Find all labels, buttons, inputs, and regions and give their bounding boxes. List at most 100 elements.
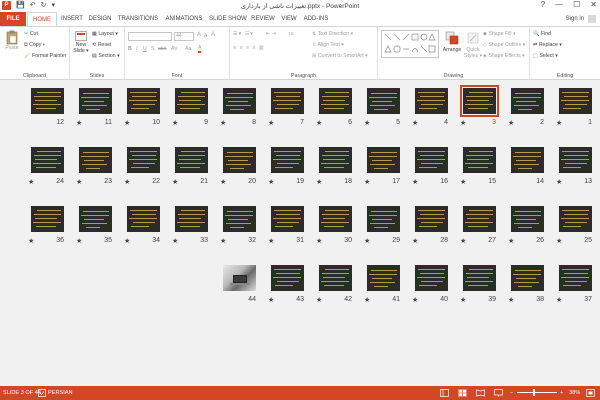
transition-star-icon[interactable]: ★ xyxy=(316,119,322,127)
transition-star-icon[interactable]: ★ xyxy=(76,237,82,245)
font-color-button[interactable]: A xyxy=(198,45,202,53)
slide-thumbnail[interactable] xyxy=(415,147,448,173)
zoom-slider[interactable] xyxy=(517,392,557,393)
cut-button[interactable]: ✂ Cut xyxy=(24,31,38,37)
avatar[interactable] xyxy=(588,15,596,23)
slide-thumbnail[interactable] xyxy=(79,206,112,232)
transition-star-icon[interactable]: ★ xyxy=(268,237,274,245)
transition-star-icon[interactable]: ★ xyxy=(556,237,562,245)
slide-thumbnail[interactable] xyxy=(127,147,160,173)
tab-design[interactable]: DESIGN xyxy=(88,12,112,26)
slide-sorter-view-icon[interactable] xyxy=(458,389,467,397)
bullets-numbering-buttons[interactable]: ☰▾ ☷▾ xyxy=(233,31,254,37)
transition-star-icon[interactable]: ★ xyxy=(556,178,562,186)
slide-thumbnail[interactable] xyxy=(511,88,544,114)
slide-thumbnail[interactable] xyxy=(271,88,304,114)
transition-star-icon[interactable]: ★ xyxy=(412,296,418,304)
strikethrough-button[interactable]: abc xyxy=(158,46,166,52)
slide-thumbnail-item[interactable]: 44 xyxy=(219,265,259,307)
maximize-icon[interactable]: ☐ xyxy=(573,0,580,9)
slide-thumbnail[interactable] xyxy=(223,147,256,173)
reading-view-icon[interactable] xyxy=(476,389,485,397)
slide-thumbnail-item[interactable]: ★ 26 xyxy=(507,206,547,248)
slide-thumbnail[interactable] xyxy=(79,147,112,173)
slide-thumbnail[interactable] xyxy=(319,88,352,114)
zoom-slider-thumb[interactable] xyxy=(533,389,535,396)
slide-thumbnail[interactable] xyxy=(511,147,544,173)
slide-thumbnail-item[interactable]: ★ 18 xyxy=(315,147,355,189)
slide-thumbnail-item[interactable]: ★ 9 xyxy=(171,88,211,130)
slide-thumbnail-item[interactable]: ★ 7 xyxy=(267,88,307,130)
tab-add-ins[interactable]: ADD-INS xyxy=(302,12,330,26)
line-spacing-button[interactable]: ↕≡ xyxy=(288,31,294,37)
transition-star-icon[interactable]: ★ xyxy=(412,119,418,127)
transition-star-icon[interactable]: ★ xyxy=(124,237,130,245)
transition-star-icon[interactable]: ★ xyxy=(220,178,226,186)
slide-thumbnail-item[interactable]: 12 xyxy=(27,88,67,130)
slide-thumbnail-item[interactable]: ★ 2 xyxy=(507,88,547,130)
slide-thumbnail[interactable] xyxy=(271,265,304,291)
slide-thumbnail[interactable] xyxy=(463,265,496,291)
select-button[interactable]: ⬚ Select ▾ xyxy=(533,53,558,59)
slide-thumbnail-item[interactable]: ★ 4 xyxy=(411,88,451,130)
slide-thumbnail-item[interactable]: ★ 41 xyxy=(363,265,403,307)
slide-thumbnail-item[interactable]: 14 xyxy=(507,147,547,189)
slide-thumbnail[interactable] xyxy=(127,206,160,232)
slide-thumbnail[interactable] xyxy=(415,265,448,291)
slide-thumbnail-item[interactable]: ★ 11 xyxy=(75,88,115,130)
slide-thumbnail[interactable] xyxy=(463,206,496,232)
font-size-combo[interactable]: 44 xyxy=(174,32,194,41)
transition-star-icon[interactable]: ★ xyxy=(364,119,370,127)
slide-thumbnail-item[interactable]: ★ 34 xyxy=(123,206,163,248)
minimize-icon[interactable]: — xyxy=(555,0,563,9)
slide-thumbnail-item[interactable]: ★ 39 xyxy=(459,265,499,307)
arrange-button[interactable]: Arrange xyxy=(441,31,463,53)
slide-thumbnail-item[interactable]: ★ 8 xyxy=(219,88,259,130)
zoom-in-icon[interactable]: + xyxy=(560,386,563,400)
slide-thumbnail-item[interactable]: ★ 25 xyxy=(555,206,595,248)
slide-thumbnail[interactable] xyxy=(415,88,448,114)
slide-thumbnail[interactable] xyxy=(175,206,208,232)
transition-star-icon[interactable]: ★ xyxy=(460,296,466,304)
transition-star-icon[interactable]: ★ xyxy=(28,178,34,186)
slide-thumbnail-item[interactable]: ★ 5 xyxy=(363,88,403,130)
shape-outline-button[interactable]: ◇ Shape Outline ▾ xyxy=(483,42,525,48)
slide-thumbnail[interactable] xyxy=(319,147,352,173)
change-case-button[interactable]: Aa xyxy=(185,46,191,52)
sign-in-link[interactable]: Sign in xyxy=(566,12,584,26)
format-painter-button[interactable]: 🖌 Format Painter xyxy=(24,53,66,59)
slide-thumbnail-item[interactable]: ★ 28 xyxy=(411,206,451,248)
slide-thumbnail-item[interactable]: ★ 22 xyxy=(123,147,163,189)
zoom-level[interactable]: 38% xyxy=(569,386,580,400)
slide-thumbnail[interactable] xyxy=(175,147,208,173)
shadow-button[interactable]: S xyxy=(151,46,154,52)
slide-thumbnail[interactable] xyxy=(79,88,112,114)
shrink-font-button[interactable]: A xyxy=(204,33,207,39)
copy-button[interactable]: ⧉ Copy ▾ xyxy=(24,42,45,49)
slideshow-view-icon[interactable] xyxy=(494,389,503,397)
slide-thumbnail-item[interactable]: ★ 33 xyxy=(171,206,211,248)
tab-animations[interactable]: ANIMATIONS xyxy=(163,12,205,26)
shape-effects-button[interactable]: ◈ Shape Effects ▾ xyxy=(483,53,525,59)
alignment-buttons[interactable]: ≡ ≡ ≡ ≡ ▥ xyxy=(233,45,265,51)
transition-star-icon[interactable]: ★ xyxy=(76,178,82,186)
transition-star-icon[interactable]: ★ xyxy=(364,296,370,304)
slide-thumbnail-item[interactable]: ★ 42 xyxy=(315,265,355,307)
tab-insert[interactable]: INSERT xyxy=(60,12,84,26)
transition-star-icon[interactable]: ★ xyxy=(268,296,274,304)
slide-thumbnail[interactable] xyxy=(319,265,352,291)
slide-thumbnail-item[interactable]: ★ 13 xyxy=(555,147,595,189)
tab-view[interactable]: VIEW xyxy=(279,12,299,26)
slide-thumbnail[interactable] xyxy=(319,206,352,232)
slide-thumbnail-item[interactable]: ★ 29 xyxy=(363,206,403,248)
slide-thumbnail[interactable] xyxy=(463,147,496,173)
transition-star-icon[interactable]: ★ xyxy=(76,119,82,127)
slide-thumbnail-item[interactable]: ★ 32 xyxy=(219,206,259,248)
slide-thumbnail[interactable] xyxy=(175,88,208,114)
slide-thumbnail[interactable] xyxy=(511,265,544,291)
zoom-out-icon[interactable]: − xyxy=(510,386,513,400)
slide-thumbnail[interactable] xyxy=(271,206,304,232)
tab-home[interactable]: HOME xyxy=(27,12,57,26)
align-text-button[interactable]: ⇳ Align Text ▾ xyxy=(312,42,344,48)
font-name-combo[interactable] xyxy=(128,32,172,41)
